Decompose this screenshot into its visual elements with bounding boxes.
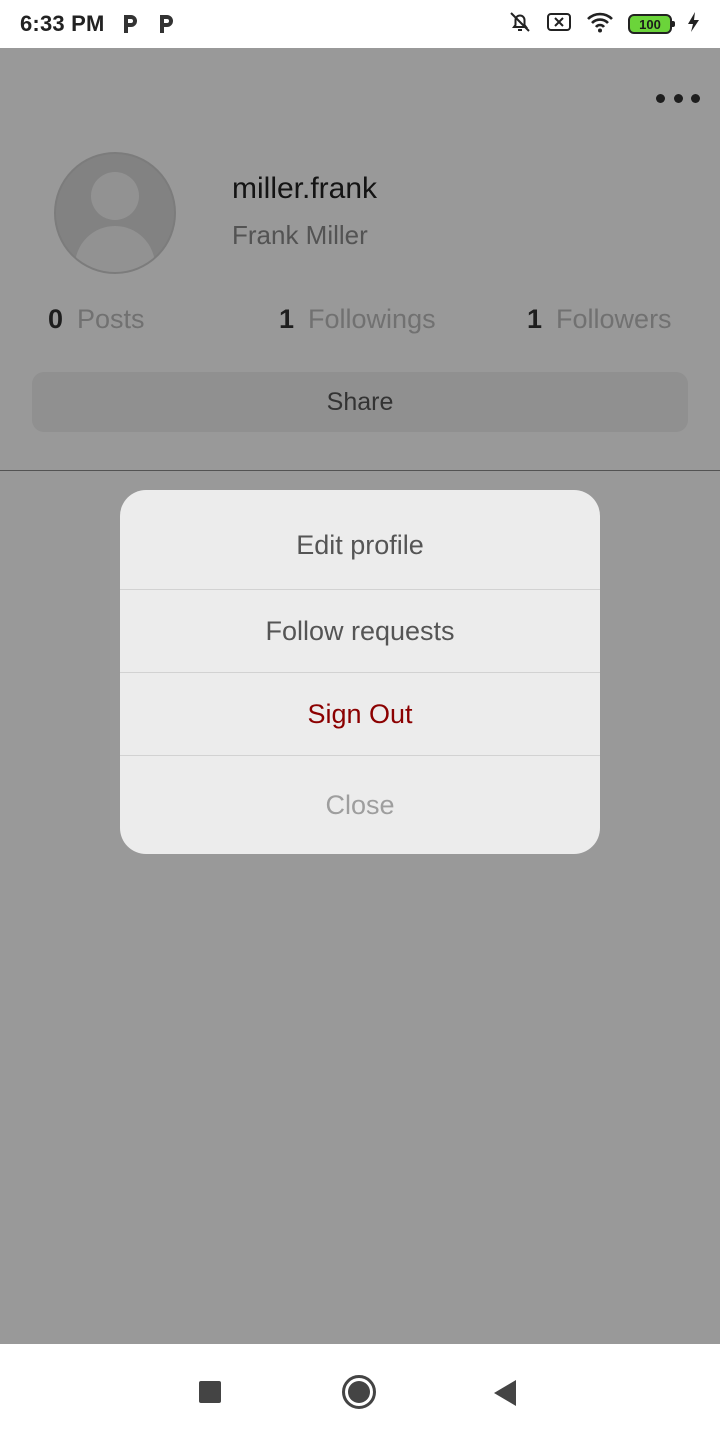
edit-profile-button[interactable]: Edit profile bbox=[120, 490, 600, 590]
status-bar: 6:33 PM 100 bbox=[0, 0, 720, 48]
bell-off-icon bbox=[508, 10, 532, 39]
battery-icon: 100 bbox=[628, 14, 675, 34]
profile-action-sheet: Edit profile Follow requests Sign Out Cl… bbox=[120, 490, 600, 854]
status-right: 100 bbox=[508, 10, 700, 39]
close-button[interactable]: Close bbox=[120, 756, 600, 854]
charging-bolt-icon bbox=[686, 11, 700, 38]
sign-out-button[interactable]: Sign Out bbox=[120, 673, 600, 756]
back-triangle-icon[interactable] bbox=[494, 1380, 516, 1406]
parking-icon bbox=[119, 12, 141, 36]
parking-icon bbox=[155, 12, 177, 36]
status-time: 6:33 PM bbox=[20, 11, 105, 36]
battery-level: 100 bbox=[639, 16, 661, 32]
home-dot bbox=[348, 1381, 370, 1403]
sim-error-icon bbox=[546, 11, 572, 38]
home-circle-icon[interactable] bbox=[342, 1375, 376, 1409]
system-nav-bar bbox=[0, 1344, 720, 1440]
wifi-icon bbox=[586, 11, 614, 38]
follow-requests-button[interactable]: Follow requests bbox=[120, 590, 600, 673]
recents-square-icon[interactable] bbox=[199, 1381, 221, 1403]
status-left: 6:33 PM bbox=[20, 11, 177, 37]
